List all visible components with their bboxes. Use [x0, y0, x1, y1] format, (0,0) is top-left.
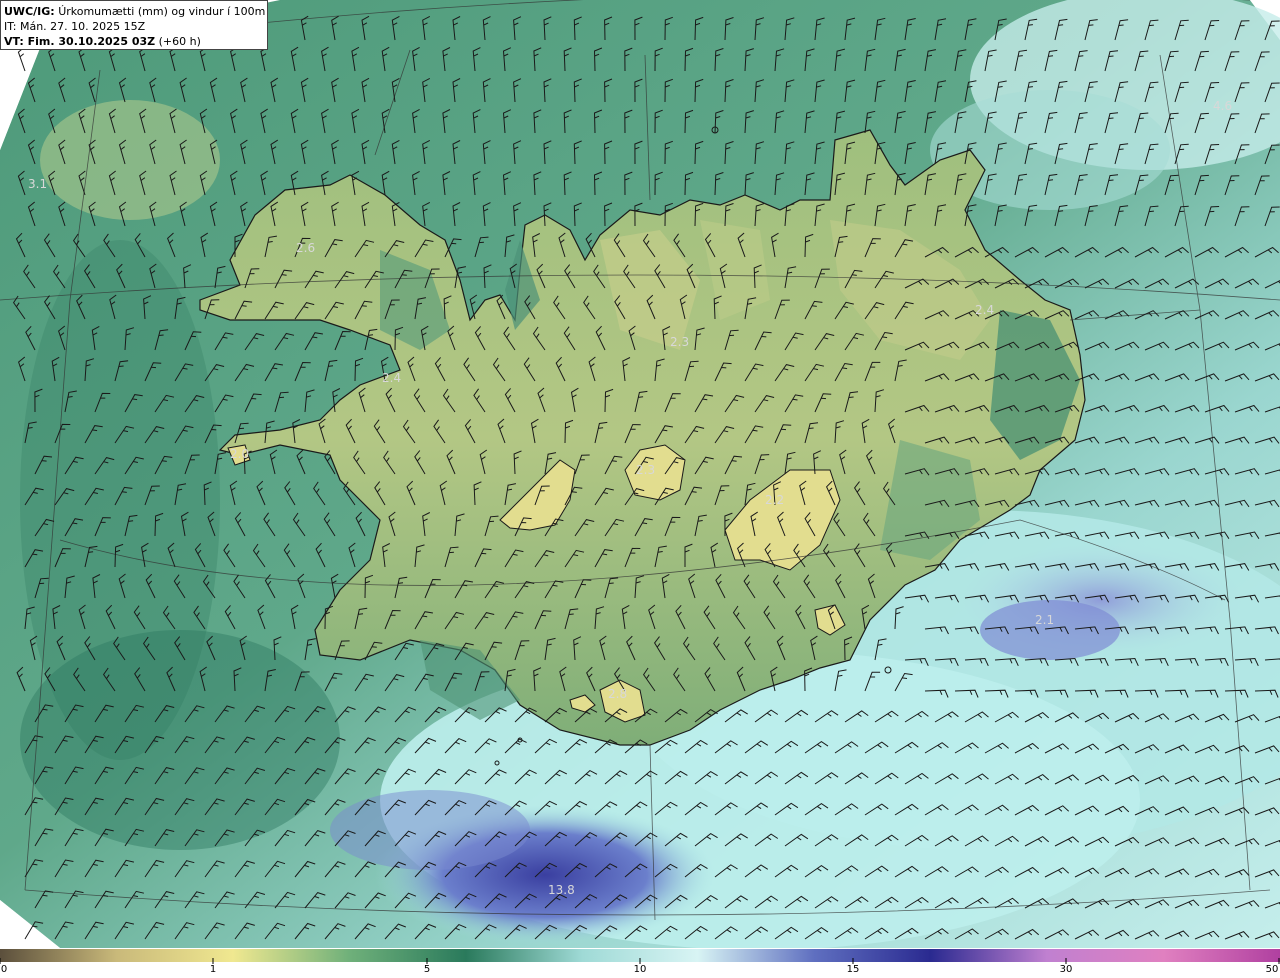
value-label: 2.2: [765, 493, 784, 507]
model-name: UWC/IG:: [4, 5, 55, 18]
value-label: 2.1: [1035, 613, 1054, 627]
colorbar-tick: 10: [633, 964, 647, 975]
colorbar-tick: 5: [423, 964, 431, 975]
field-title: Úrkomumætti (mm) og vindur í 100m hæð: [58, 5, 267, 18]
value-label: 2.3: [670, 335, 689, 349]
map-header: UWC/IG: Úrkomumætti (mm) og vindur í 100…: [0, 0, 268, 50]
value-label: 4.6: [1213, 99, 1232, 113]
colorbar-tick: 0: [0, 964, 8, 975]
header-title-line: UWC/IG: Úrkomumætti (mm) og vindur í 100…: [4, 4, 267, 19]
initial-time: IT: Mán. 27. 10. 2025 15Z: [4, 20, 146, 33]
value-label: 13.8: [548, 883, 575, 897]
value-label: 2.6: [296, 241, 315, 255]
colorbar-tick: 50: [1265, 964, 1279, 975]
forecast-hour: (+60 h): [158, 35, 201, 48]
value-label: 2.3: [636, 463, 655, 477]
colorbar-tick: 30: [1059, 964, 1073, 975]
colorbar: 0 1 5 10 15 30 50: [0, 948, 1280, 978]
value-label: 2.4: [382, 371, 401, 385]
value-label: 2.0: [230, 447, 249, 461]
valid-time: VT: Fim. 30.10.2025 03Z: [4, 35, 156, 48]
colorbar-tick: 1: [209, 964, 217, 975]
value-label: 2.8: [608, 687, 627, 701]
valid-time-line: VT: Fim. 30.10.2025 03Z (+60 h): [4, 34, 264, 49]
colorbar-gradient: [0, 949, 1280, 964]
value-label: 2.4: [975, 303, 994, 317]
value-label: 3.1: [28, 177, 47, 191]
colorbar-tick: 15: [846, 964, 860, 975]
precipitation-wind-map[interactable]: 3.1 2.6 2.4 2.0 2.3 2.2 2.8 13.8 4.6 2.4…: [0, 0, 1280, 948]
